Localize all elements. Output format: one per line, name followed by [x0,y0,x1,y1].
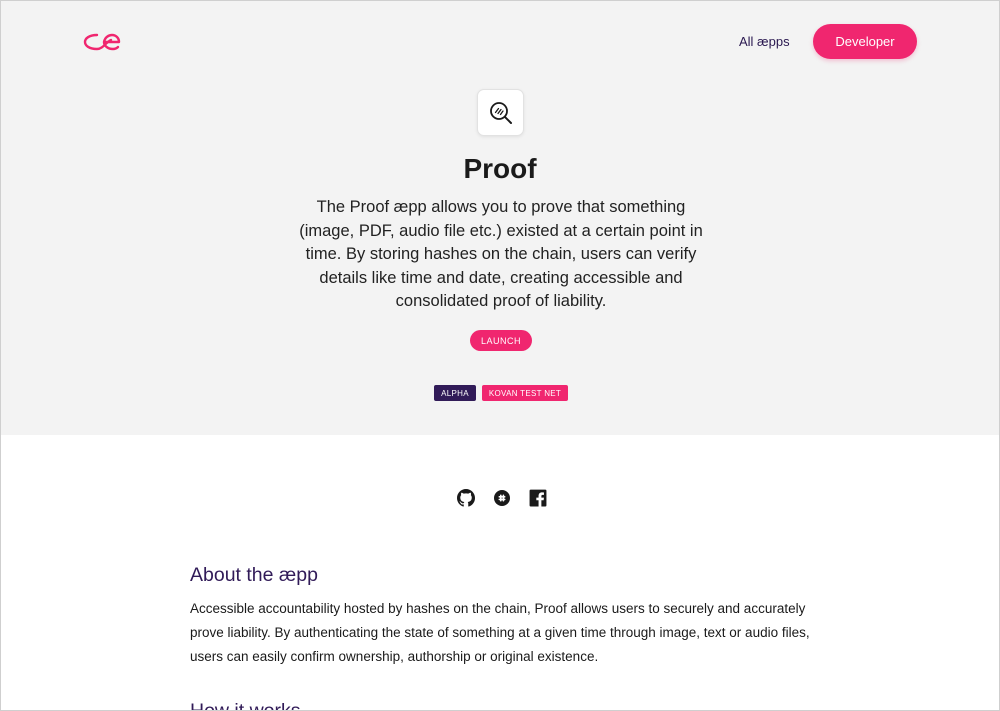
about-body: Accessible accountability hosted by hash… [190,601,810,664]
all-aepps-link[interactable]: All æpps [739,34,790,49]
how-it-works-heading: How it works [190,700,301,711]
alpha-badge: ALPHA [434,385,476,401]
network-badge: KOVAN TEST NET [482,385,568,401]
hero-section: All æpps Developer Proof The Proof æpp a… [1,1,999,435]
developer-button[interactable]: Developer [813,24,917,59]
app-description: The Proof æpp allows you to prove that s… [299,198,703,310]
slack-icon[interactable] [493,489,511,507]
aeternity-logo[interactable] [83,31,121,53]
about-heading: About the æpp [190,564,318,586]
magnifier-icon [489,101,512,124]
page-frame: All æpps Developer Proof The Proof æpp a… [0,0,1000,711]
app-title: Proof [463,153,537,184]
app-icon [477,89,524,136]
github-icon[interactable] [457,489,475,507]
facebook-icon[interactable] [529,489,547,507]
launch-button[interactable]: LAUNCH [470,330,532,351]
